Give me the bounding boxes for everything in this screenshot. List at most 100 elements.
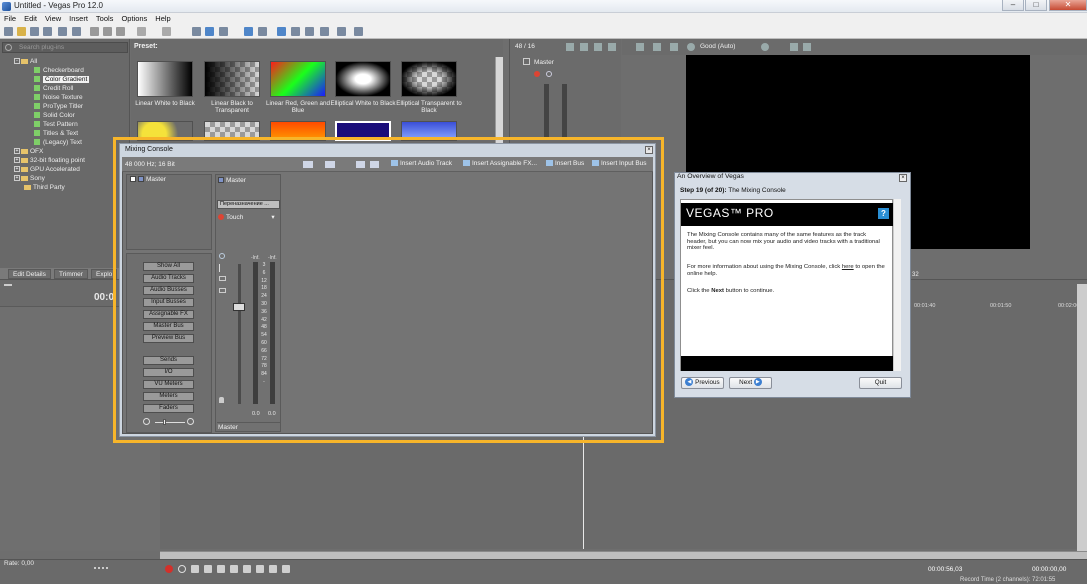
auto-ripple-icon[interactable] xyxy=(205,27,214,36)
menu-options[interactable]: Options xyxy=(117,13,151,25)
save-snapshot-icon[interactable] xyxy=(803,43,811,51)
properties-icon[interactable] xyxy=(325,161,335,168)
preview-fx-icon[interactable] xyxy=(687,43,695,51)
copy-icon[interactable] xyxy=(103,27,112,36)
tree-item-32bit[interactable]: +32-bit floating point xyxy=(14,156,85,165)
input-busses-button[interactable]: Input Busses xyxy=(143,298,194,307)
checkbox-icon[interactable] xyxy=(130,176,136,183)
width-icon[interactable] xyxy=(219,288,226,293)
tree-item-protype-titler[interactable]: ProType Titler xyxy=(34,102,83,111)
mute-icon[interactable] xyxy=(546,71,552,77)
menu-view[interactable]: View xyxy=(41,13,65,25)
tree-item-legacy-text[interactable]: (Legacy) Text xyxy=(34,138,82,147)
envelope-tool-icon[interactable] xyxy=(258,27,267,36)
menu-insert[interactable]: Insert xyxy=(65,13,92,25)
overview-close-icon[interactable]: × xyxy=(899,174,907,182)
audio-tracks-button[interactable]: Audio Tracks xyxy=(143,274,194,283)
zoom-slider[interactable] xyxy=(155,422,185,423)
fx-icon[interactable] xyxy=(580,43,588,51)
redo-icon[interactable] xyxy=(162,27,171,36)
tree-item-credit-roll[interactable]: Credit Roll xyxy=(34,84,73,93)
next-button[interactable]: Next ▶ xyxy=(729,377,772,389)
downmix-output-icon[interactable] xyxy=(356,161,365,168)
close-button[interactable]: ✕ xyxy=(1049,0,1087,11)
preview-properties-icon[interactable] xyxy=(636,43,644,51)
quit-button[interactable]: Quit xyxy=(859,377,902,389)
preset-thumb-linear-black-transparent[interactable] xyxy=(204,61,260,97)
tree-item-ofx[interactable]: + OFX xyxy=(14,147,43,156)
assignable-fx-button[interactable]: Assignable FX xyxy=(143,310,194,319)
tree-item-checkerboard[interactable]: Checkerboard xyxy=(34,66,84,75)
timeline-minimize-icon[interactable] xyxy=(4,284,12,288)
timeline-ruler[interactable]: 00:01:40 00:01:50 00:02:00 xyxy=(910,298,1080,310)
io-button[interactable]: I/O xyxy=(143,368,194,377)
loop-icon[interactable] xyxy=(178,565,186,573)
previous-frame-icon[interactable] xyxy=(269,565,277,573)
help-icon[interactable]: ? xyxy=(878,208,889,219)
insert-input-bus-button[interactable]: Insert Input Bus xyxy=(592,160,647,167)
preset-thumb-elliptical-transparent-black[interactable] xyxy=(401,61,457,97)
next-frame-icon[interactable] xyxy=(282,565,290,573)
volume-fader-knob[interactable] xyxy=(233,303,245,311)
insert-bus-button[interactable]: Insert Bus xyxy=(546,160,584,167)
menu-tools[interactable]: Tools xyxy=(92,13,118,25)
view-layout-icon[interactable] xyxy=(303,161,313,168)
search-input[interactable]: Search plug-ins xyxy=(2,42,128,53)
timeline-horizontal-scrollbar[interactable] xyxy=(160,551,1087,559)
menu-edit[interactable]: Edit xyxy=(20,13,41,25)
render-icon[interactable] xyxy=(72,27,81,36)
stop-icon[interactable] xyxy=(230,565,238,573)
preset-thumb-linear-white-black[interactable] xyxy=(137,61,193,97)
input-icon[interactable] xyxy=(219,264,223,272)
overview-scrollbar[interactable] xyxy=(893,199,901,371)
preview-quality-select[interactable]: Good (Auto) xyxy=(700,43,735,50)
tree-item-sony[interactable]: + Sony xyxy=(14,174,45,183)
copy-snapshot-icon[interactable] xyxy=(790,43,798,51)
lock-icon[interactable] xyxy=(219,397,224,403)
previous-button[interactable]: ◀ Previous xyxy=(681,377,724,389)
help-pointer-icon[interactable] xyxy=(354,27,363,36)
audio-busses-button[interactable]: Audio Busses xyxy=(143,286,194,295)
zoom-slider-thumb[interactable] xyxy=(163,419,166,425)
preset-thumb-linear-rgb[interactable] xyxy=(270,61,326,97)
selection-tool-icon[interactable] xyxy=(277,27,286,36)
downmix-icon[interactable] xyxy=(594,43,602,51)
sends-button[interactable]: Sends xyxy=(143,356,194,365)
go-to-start-icon[interactable] xyxy=(243,565,251,573)
tree-item-solid-color[interactable]: Solid Color xyxy=(34,111,75,120)
tab-edit-details[interactable]: Edit Details xyxy=(8,269,51,279)
mixer-close-icon[interactable]: × xyxy=(645,146,653,154)
trim-icon[interactable] xyxy=(320,27,329,36)
mute-icon[interactable] xyxy=(219,253,225,259)
record-arm-icon[interactable] xyxy=(534,71,540,77)
mixer-track-item-master[interactable]: Master xyxy=(130,176,166,183)
menu-help[interactable]: Help xyxy=(151,13,174,25)
play-icon[interactable] xyxy=(204,565,212,573)
online-help-link[interactable]: here xyxy=(842,264,854,270)
preview-bus-button[interactable]: Preview Bus xyxy=(143,334,194,343)
master-bus-button[interactable]: Master Bus xyxy=(143,322,194,331)
zoom-in-icon[interactable] xyxy=(187,418,194,425)
show-all-button[interactable]: Show All xyxy=(143,262,194,271)
tree-item-titles-text[interactable]: Titles & Text xyxy=(34,129,78,138)
save-icon[interactable] xyxy=(30,27,39,36)
new-icon[interactable] xyxy=(4,27,13,36)
cut-icon[interactable] xyxy=(90,27,99,36)
menu-file[interactable]: File xyxy=(0,13,20,25)
external-monitor-icon[interactable] xyxy=(653,43,661,51)
zoom-tool-icon[interactable] xyxy=(291,27,300,36)
vu-meters-button[interactable]: VU Meters xyxy=(143,380,194,389)
insert-audio-track-button[interactable]: Insert Audio Track xyxy=(391,160,452,167)
split-icon[interactable] xyxy=(305,27,314,36)
save-as-icon[interactable] xyxy=(43,27,52,36)
pan-icon[interactable] xyxy=(219,276,226,281)
faders-button[interactable]: Faders xyxy=(143,404,194,413)
tree-item-all[interactable]: - All xyxy=(14,57,37,66)
automation-mode-select[interactable]: Touch ▾ xyxy=(218,213,275,221)
volume-fader-track[interactable] xyxy=(238,264,241,404)
pause-icon[interactable] xyxy=(217,565,225,573)
dim-output-icon[interactable] xyxy=(370,161,379,168)
zoom-out-icon[interactable] xyxy=(143,418,150,425)
normal-edit-tool-icon[interactable] xyxy=(244,27,253,36)
lock-envelopes-icon[interactable] xyxy=(219,27,228,36)
